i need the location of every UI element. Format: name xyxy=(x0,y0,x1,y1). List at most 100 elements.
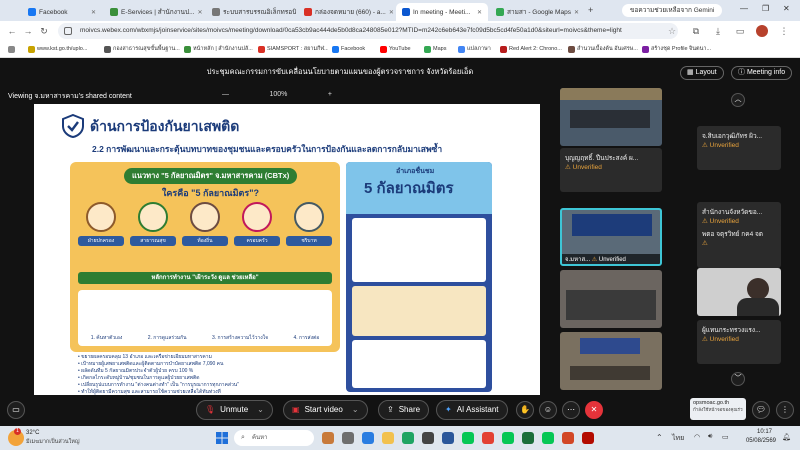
line-icon[interactable] xyxy=(462,432,474,444)
video-tile[interactable] xyxy=(560,270,662,328)
scroll-up-button[interactable]: ︿ xyxy=(731,93,745,107)
close-icon[interactable]: ✕ xyxy=(389,9,394,16)
downloads-icon[interactable]: ⤓ xyxy=(712,25,724,37)
store-icon[interactable] xyxy=(422,432,434,444)
site-info-icon[interactable] xyxy=(64,27,72,35)
layout-button[interactable]: ▦ Layout xyxy=(680,66,724,80)
bookmark-item[interactable]: หน้าหลัก | สำนักงานปลั... xyxy=(184,44,254,55)
start-video-button[interactable]: ▣ Start video ⌄ xyxy=(283,400,368,420)
edge-icon[interactable] xyxy=(402,432,414,444)
language-indicator[interactable]: ไทย xyxy=(672,433,684,444)
chat-icon[interactable]: 💬︎ xyxy=(752,401,770,419)
acrobat-icon[interactable] xyxy=(582,432,594,444)
close-icon[interactable]: ✕ xyxy=(574,9,579,16)
back-arrow-icon[interactable]: ← xyxy=(6,25,18,37)
gemini-button[interactable]: ขอความช่วยเหลือจาก Gemini xyxy=(622,4,723,17)
extensions-icon[interactable]: ⧉ xyxy=(690,25,702,37)
tab-webex-meeting[interactable]: In meeting - Meeti... ✕ xyxy=(396,3,488,21)
profile-avatar[interactable] xyxy=(756,25,768,37)
participant-card[interactable]: ผู้แทนกระทรวงแรง... ⚠ Unverified xyxy=(697,320,781,364)
more-options-icon[interactable]: ⋯ xyxy=(562,401,580,419)
participant-card[interactable]: จ.สิบเอกวุฒิภัทร ผิว... ⚠ Unverified xyxy=(697,126,781,170)
new-tab-button[interactable]: + xyxy=(588,5,593,15)
tab-gmail[interactable]: กล่องจดหมาย (660) - a... ✕ xyxy=(298,3,394,21)
forward-arrow-icon[interactable]: → xyxy=(22,25,34,37)
reactions-icon[interactable]: ☺ xyxy=(539,401,557,419)
participants-panel-icon[interactable]: ⋮ xyxy=(776,401,794,419)
wifi-icon[interactable]: ◠ xyxy=(694,433,700,441)
line-icon[interactable] xyxy=(542,432,554,444)
tab-saraban[interactable]: ระบบสารบรรณอิเล็กทรอนิ... ✕ xyxy=(206,3,296,21)
raise-hand-icon[interactable]: ✋ xyxy=(516,401,534,419)
reload-icon[interactable]: ↻ xyxy=(38,25,50,37)
taskbar-search-input[interactable]: ค้นหา xyxy=(234,430,314,446)
windows-start-icon[interactable] xyxy=(216,432,228,444)
excel-icon[interactable] xyxy=(522,432,534,444)
close-icon[interactable]: ✕ xyxy=(477,9,482,16)
screen-share-toast[interactable]: opsmoac.go.th กำลังใช้หน้าจอของคุณร่วมกั… xyxy=(690,398,746,420)
clock-date[interactable]: 05/08/2569 xyxy=(738,438,776,444)
participant-video-tile[interactable] xyxy=(697,268,781,316)
scroll-down-button[interactable]: ﹀ xyxy=(731,372,745,386)
bookmark-item[interactable]: สำนวนเบื้องต้น อันเศรษ... xyxy=(568,44,638,55)
speaker-icon[interactable]: 🔊︎ xyxy=(708,433,712,441)
site-icon xyxy=(568,46,575,53)
leave-meeting-button[interactable]: ✕ xyxy=(585,401,603,419)
bookmark-item[interactable]: Maps xyxy=(424,44,454,55)
chrome-icon[interactable] xyxy=(482,432,494,444)
bullet-item: • ผลัดดันทีม 5 กัลยาณมิตรประจำตัวผู้ป่วย… xyxy=(78,368,194,374)
captions-icon[interactable]: ▭ xyxy=(7,401,25,419)
shared-content-slide: ด้านการป้องกันยาเสพติด 2.2 การพัฒนาและกร… xyxy=(34,104,540,395)
weather-desc: มีเมฆมากเป็นส่วนใหญ่ xyxy=(26,439,80,445)
tab-google-maps[interactable]: สามสา - Google Maps ✕ xyxy=(490,3,582,21)
chevron-down-icon[interactable]: ⌄ xyxy=(352,401,359,419)
bookmark-item[interactable]: สร้างชุด Profile จินตนา... xyxy=(642,44,716,55)
task-view-icon[interactable] xyxy=(342,432,354,444)
person-icon xyxy=(138,202,168,232)
bookmark-item[interactable]: กองสาธารณสุขขั้นพื้นฐาน... xyxy=(104,44,180,55)
file-explorer-icon[interactable] xyxy=(382,432,394,444)
bookmark-item[interactable]: YouTube xyxy=(380,44,420,55)
video-tile[interactable] xyxy=(560,88,662,146)
word-icon[interactable] xyxy=(442,432,454,444)
panel-heading: แนวทาง "5 กัลยาณมิตร" จ.มหาสารคาม (CBTx) xyxy=(124,168,298,184)
apps-icon[interactable] xyxy=(8,44,22,55)
zoom-out-button[interactable]: — xyxy=(222,91,229,98)
powerpoint-icon[interactable] xyxy=(562,432,574,444)
tray-chevron-icon[interactable]: ⌃ xyxy=(656,433,663,442)
meeting-info-button[interactable]: ⓘ Meeting info xyxy=(731,66,793,80)
five-friends-panel: แนวทาง "5 กัลยาณมิตร" จ.มหาสารคาม (CBTx)… xyxy=(70,162,340,352)
battery-icon[interactable]: ▭ xyxy=(722,433,729,441)
ai-assistant-button[interactable]: ✦ AI Assistant xyxy=(436,400,508,420)
participant-card[interactable]: บุญญฤทธิ์. ปืนประสงค์ ผ... ⚠ Unverified xyxy=(560,148,662,192)
unmute-button[interactable]: 🎙︎ Unmute ⌄ xyxy=(196,400,273,420)
active-speaker-tile[interactable]: จ.มหาส... ⚠ Unverified xyxy=(560,208,662,266)
share-button[interactable]: ⇪ Share xyxy=(378,400,430,420)
chevron-down-icon[interactable]: ⌄ xyxy=(257,401,264,419)
bookmark-item[interactable]: Facebook xyxy=(332,44,376,55)
participant-card[interactable]: พตอ จตุรวิทย์ กค4 จต ⚠ xyxy=(697,224,781,268)
url-field[interactable]: moivcs.webex.com/wbxmjs/joinservice/site… xyxy=(58,23,678,39)
menu-kebab-icon[interactable]: ⋮ xyxy=(778,25,790,37)
bookmark-item[interactable]: www.kst.go.th/uplo... xyxy=(28,44,100,55)
teams-icon[interactable] xyxy=(362,432,374,444)
taskbar-app-icon[interactable] xyxy=(322,432,334,444)
tab-facebook[interactable]: Facebook ✕ xyxy=(22,3,102,21)
line-icon[interactable] xyxy=(502,432,514,444)
bookmark-star-icon[interactable]: ☆ xyxy=(666,25,678,37)
minimize-button[interactable]: — xyxy=(740,4,748,13)
bookmark-item[interactable]: แปลภาษา xyxy=(458,44,496,55)
zoom-in-button[interactable]: + xyxy=(328,91,332,98)
sidebar-icon[interactable]: ▭ xyxy=(734,25,746,37)
window-close-button[interactable]: ✕ xyxy=(783,4,790,13)
close-icon[interactable]: ✕ xyxy=(198,9,203,16)
clock-time[interactable]: 10:17 xyxy=(742,429,772,435)
maximize-button[interactable]: ❐ xyxy=(762,4,769,13)
notifications-bell-icon[interactable]: 🔔︎ xyxy=(782,433,791,441)
bookmark-item[interactable]: SIAMSPORT : สยามกีฬ... xyxy=(258,44,328,55)
video-tile[interactable] xyxy=(560,332,662,390)
webex-icon xyxy=(402,8,410,16)
close-icon[interactable]: ✕ xyxy=(91,9,96,16)
tab-eservices[interactable]: E-Services | สำนักงานป... ✕ xyxy=(104,3,204,21)
bookmark-item[interactable]: Red Alert 2: Chrono... xyxy=(500,44,564,55)
